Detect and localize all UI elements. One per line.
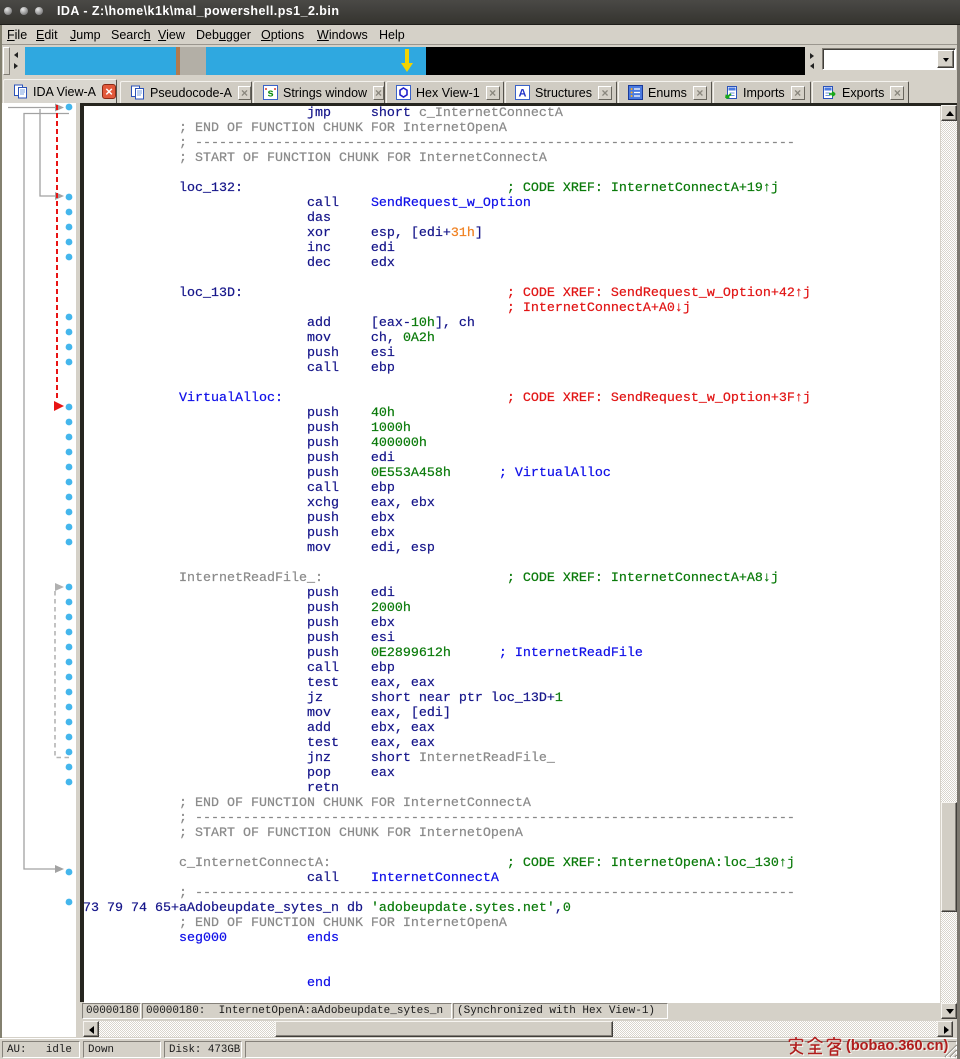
- svg-text:s: s: [267, 88, 273, 100]
- svg-text:A: A: [519, 88, 527, 100]
